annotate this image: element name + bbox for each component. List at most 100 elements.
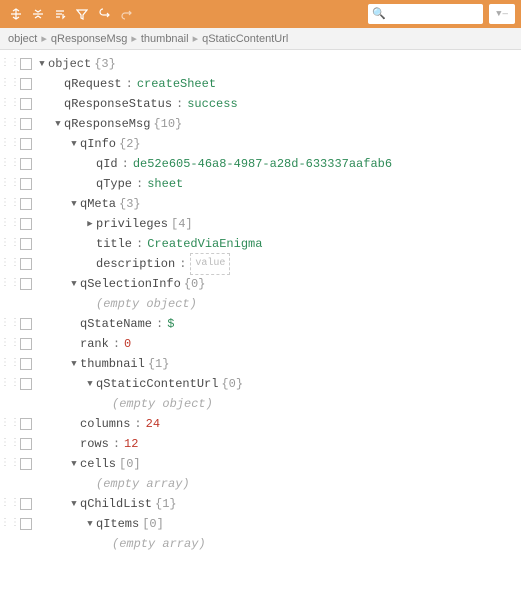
- collapse-all-icon[interactable]: [28, 4, 48, 24]
- chevron-right-icon: ▸: [131, 33, 137, 45]
- drag-handle-icon[interactable]: ⋮⋮: [0, 214, 20, 234]
- tree-row: ⋮⋮▼qChildList {1}: [0, 494, 521, 514]
- checkbox[interactable]: [20, 58, 32, 70]
- checkbox[interactable]: [20, 198, 32, 210]
- node-key[interactable]: title: [96, 234, 132, 254]
- node-key[interactable]: qStateName: [80, 314, 152, 334]
- drag-handle-icon[interactable]: ⋮⋮: [0, 74, 20, 94]
- checkbox[interactable]: [20, 178, 32, 190]
- checkbox[interactable]: [20, 498, 32, 510]
- checkbox[interactable]: [20, 238, 32, 250]
- node-count: {2}: [119, 134, 141, 154]
- undo-icon[interactable]: [94, 4, 114, 24]
- node-key[interactable]: rank: [80, 334, 109, 354]
- node-key[interactable]: description: [96, 254, 175, 274]
- drag-handle-icon[interactable]: ⋮⋮: [0, 314, 20, 334]
- node-key[interactable]: qInfo: [80, 134, 116, 154]
- drag-handle-icon[interactable]: ⋮⋮: [0, 354, 20, 374]
- drag-handle-icon[interactable]: ⋮⋮: [0, 274, 20, 294]
- node-key[interactable]: rows: [80, 434, 109, 454]
- toggle-icon[interactable]: ▼: [84, 374, 96, 394]
- node-value: 12: [124, 434, 138, 454]
- node-key[interactable]: qStaticContentUrl: [96, 374, 218, 394]
- drag-handle-icon[interactable]: ⋮⋮: [0, 154, 20, 174]
- drag-handle-icon[interactable]: ⋮⋮: [0, 514, 20, 534]
- node-key[interactable]: qId: [96, 154, 118, 174]
- drag-handle-icon[interactable]: ⋮⋮: [0, 494, 20, 514]
- node-key[interactable]: thumbnail: [80, 354, 145, 374]
- node-key[interactable]: columns: [80, 414, 130, 434]
- drag-handle-icon[interactable]: ⋮⋮: [0, 254, 20, 274]
- colon: :: [113, 334, 120, 354]
- node-key[interactable]: privileges: [96, 214, 168, 234]
- checkbox[interactable]: [20, 458, 32, 470]
- toggle-icon[interactable]: ▼: [52, 114, 64, 134]
- node-key[interactable]: qChildList: [80, 494, 152, 514]
- node-key[interactable]: qResponseStatus: [64, 94, 172, 114]
- toggle-icon[interactable]: ▼: [68, 494, 80, 514]
- toggle-icon[interactable]: ▶: [84, 214, 96, 234]
- drag-handle-icon[interactable]: ⋮⋮: [0, 414, 20, 434]
- node-key[interactable]: qItems: [96, 514, 139, 534]
- toggle-icon[interactable]: ▼: [68, 454, 80, 474]
- toggle-icon[interactable]: ▼: [68, 134, 80, 154]
- drag-handle-icon[interactable]: ⋮⋮: [0, 374, 20, 394]
- node-count: {3}: [119, 194, 141, 214]
- drag-handle-icon[interactable]: ⋮⋮: [0, 194, 20, 214]
- checkbox[interactable]: [20, 78, 32, 90]
- node-key[interactable]: qRequest: [64, 74, 122, 94]
- search-box[interactable]: 🔍: [368, 4, 483, 24]
- checkbox[interactable]: [20, 98, 32, 110]
- toggle-icon[interactable]: ▼: [68, 354, 80, 374]
- drag-handle-icon[interactable]: ⋮⋮: [0, 234, 20, 254]
- checkbox[interactable]: [20, 258, 32, 270]
- empty-value-box[interactable]: value: [190, 253, 230, 275]
- tree-row: ⋮⋮▼qItems [0]: [0, 514, 521, 534]
- checkbox[interactable]: [20, 378, 32, 390]
- node-key[interactable]: qMeta: [80, 194, 116, 214]
- redo-icon[interactable]: [116, 4, 136, 24]
- checkbox[interactable]: [20, 278, 32, 290]
- checkbox[interactable]: [20, 158, 32, 170]
- checkbox[interactable]: [20, 218, 32, 230]
- drag-handle-icon[interactable]: ⋮⋮: [0, 134, 20, 154]
- toggle-icon[interactable]: ▼: [84, 514, 96, 534]
- search-input[interactable]: [389, 8, 469, 20]
- checkbox[interactable]: [20, 358, 32, 370]
- breadcrumb-item[interactable]: qStaticContentUrl: [202, 33, 288, 45]
- node-key[interactable]: cells: [80, 454, 116, 474]
- drag-handle-icon[interactable]: ⋮⋮: [0, 54, 20, 74]
- node-key[interactable]: qResponseMsg: [64, 114, 150, 134]
- node-key[interactable]: qType: [96, 174, 132, 194]
- filter-icon[interactable]: [72, 4, 92, 24]
- colon: :: [122, 154, 129, 174]
- checkbox[interactable]: [20, 318, 32, 330]
- toggle-icon[interactable]: ▼: [68, 274, 80, 294]
- tree-row: ⋮⋮▼qResponseMsg {10}: [0, 114, 521, 134]
- breadcrumb-item[interactable]: object: [8, 33, 37, 45]
- node-value: 0: [124, 334, 131, 354]
- breadcrumb-item[interactable]: thumbnail: [141, 33, 189, 45]
- toggle-icon[interactable]: ▼: [36, 54, 48, 74]
- checkbox[interactable]: [20, 518, 32, 530]
- breadcrumb-item[interactable]: qResponseMsg: [51, 33, 127, 45]
- dropdown-button[interactable]: [489, 4, 515, 24]
- node-key[interactable]: qSelectionInfo: [80, 274, 181, 294]
- drag-handle-icon[interactable]: ⋮⋮: [0, 174, 20, 194]
- checkbox[interactable]: [20, 138, 32, 150]
- drag-handle-icon[interactable]: ⋮⋮: [0, 114, 20, 134]
- sort-icon[interactable]: [50, 4, 70, 24]
- drag-handle-icon[interactable]: ⋮⋮: [0, 434, 20, 454]
- tree-row: ⋮⋮ rank:0: [0, 334, 521, 354]
- node-count: {1}: [148, 354, 170, 374]
- checkbox[interactable]: [20, 418, 32, 430]
- drag-handle-icon[interactable]: ⋮⋮: [0, 334, 20, 354]
- toggle-icon[interactable]: ▼: [68, 194, 80, 214]
- tree-row: ⋮⋮▼qSelectionInfo {0}: [0, 274, 521, 294]
- checkbox[interactable]: [20, 338, 32, 350]
- checkbox[interactable]: [20, 118, 32, 130]
- drag-handle-icon[interactable]: ⋮⋮: [0, 454, 20, 474]
- checkbox[interactable]: [20, 438, 32, 450]
- drag-handle-icon[interactable]: ⋮⋮: [0, 94, 20, 114]
- expand-all-icon[interactable]: [6, 4, 26, 24]
